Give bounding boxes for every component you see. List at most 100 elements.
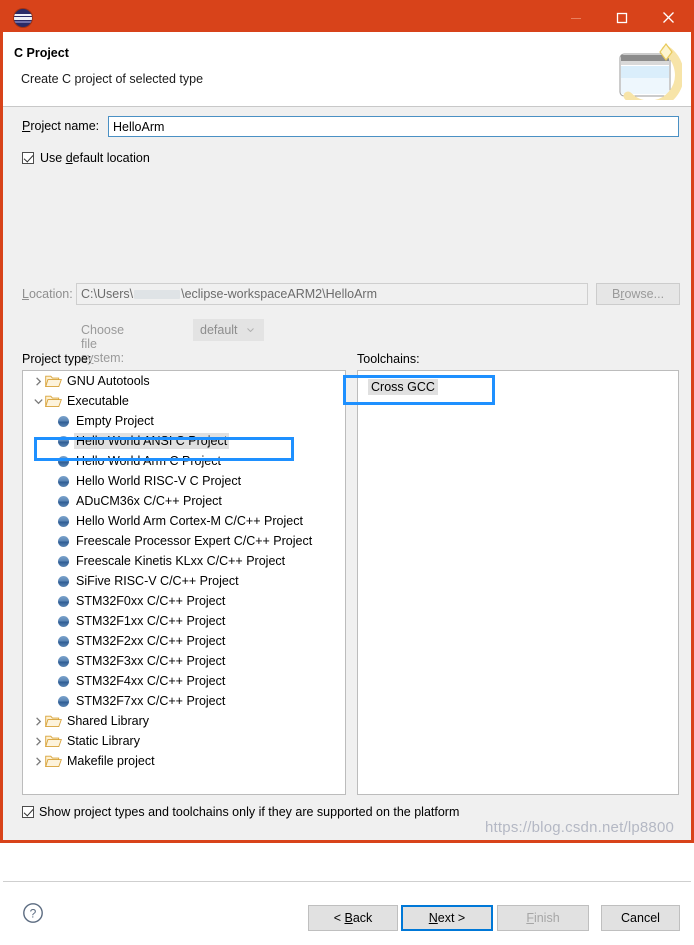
tree-row-label: Hello World RISC-V C Project [76, 474, 242, 488]
maximize-icon [616, 12, 628, 23]
tree-row[interactable]: Shared Library [23, 711, 345, 731]
location-redacted-username [134, 290, 181, 299]
title-bar [3, 3, 691, 32]
location-input: C:\Users\ \eclipse-workspaceARM2\HelloArm [76, 283, 588, 305]
close-icon [662, 12, 674, 23]
maximize-button[interactable] [599, 3, 645, 32]
project-item-sphere-icon [58, 535, 69, 547]
back-button[interactable]: < Back [308, 905, 398, 931]
project-name-input[interactable] [108, 116, 679, 137]
cancel-button[interactable]: Cancel [601, 905, 680, 931]
project-item-sphere-icon [58, 435, 69, 447]
tree-row[interactable]: STM32F4xx C/C++ Project [23, 671, 345, 691]
project-item-sphere-icon [58, 415, 69, 427]
project-item-sphere-icon [58, 615, 69, 627]
use-default-location-checkbox[interactable]: Use default location [22, 151, 150, 165]
tree-row[interactable]: Freescale Processor Expert C/C++ Project [23, 531, 345, 551]
project-item-sphere-icon [58, 455, 69, 467]
tree-row-label: SiFive RISC-V C/C++ Project [76, 574, 239, 588]
minimize-button[interactable] [553, 3, 599, 32]
chevron-down-icon [247, 328, 254, 332]
tree-row-label: ADuCM36x C/C++ Project [76, 494, 222, 508]
tree-row[interactable]: STM32F1xx C/C++ Project [23, 611, 345, 631]
project-type-tree[interactable]: GNU Autotools Executable Empty Project Hell… [22, 370, 346, 795]
location-suffix: \eclipse-workspaceARM2\HelloArm [181, 287, 377, 301]
tree-row-label: GNU Autotools [67, 374, 150, 388]
project-type-label: Project type: [22, 352, 92, 366]
checkbox-indicator [22, 152, 34, 164]
project-item-sphere-icon [58, 475, 69, 487]
tree-row[interactable]: STM32F0xx C/C++ Project [23, 591, 345, 611]
tree-row-label: Static Library [67, 734, 140, 748]
tree-row[interactable]: Hello World RISC-V C Project [23, 471, 345, 491]
show-supported-only-label: Show project types and toolchains only i… [39, 805, 460, 819]
folder-icon [45, 735, 62, 748]
file-system-select[interactable]: default [193, 319, 264, 341]
file-system-value: default [200, 323, 238, 337]
tree-row-label: STM32F1xx C/C++ Project [76, 614, 226, 628]
tree-row-label: STM32F7xx C/C++ Project [76, 694, 226, 708]
tree-row[interactable]: Hello World ANSI C Project [23, 431, 345, 451]
button-bar: ? < Back Next > Finish Cancel [3, 882, 691, 945]
close-button[interactable] [645, 3, 691, 32]
next-button[interactable]: Next > [401, 905, 493, 931]
project-item-sphere-icon [58, 595, 69, 607]
tree-row-label: Empty Project [76, 414, 154, 428]
tree-row-label: STM32F0xx C/C++ Project [76, 594, 226, 608]
tree-row-label: STM32F2xx C/C++ Project [76, 634, 226, 648]
window-controls [553, 3, 691, 32]
tree-row-label: Shared Library [67, 714, 149, 728]
tree-row[interactable]: STM32F2xx C/C++ Project [23, 631, 345, 651]
tree-row-label: Freescale Kinetis KLxx C/C++ Project [76, 554, 286, 568]
browse-button[interactable]: Browse... [596, 283, 680, 305]
project-item-sphere-icon [58, 575, 69, 587]
tree-row[interactable]: SiFive RISC-V C/C++ Project [23, 571, 345, 591]
tree-row[interactable]: ADuCM36x C/C++ Project [23, 491, 345, 511]
toolchain-label-cross-gcc: Cross GCC [368, 379, 438, 395]
project-item-sphere-icon [58, 515, 69, 527]
tree-row[interactable]: STM32F3xx C/C++ Project [23, 651, 345, 671]
project-item-sphere-icon [58, 635, 69, 647]
location-prefix: C:\Users\ [81, 287, 134, 301]
folder-icon [45, 375, 62, 388]
tree-row-label: STM32F4xx C/C++ Project [76, 674, 226, 688]
project-item-sphere-icon [58, 555, 69, 567]
tree-row-label: Executable [67, 394, 129, 408]
chevron-right-icon [35, 716, 41, 726]
tree-row-label: Makefile project [67, 754, 155, 768]
folder-icon [45, 755, 62, 768]
use-default-location-label: Use default location [40, 151, 150, 165]
project-item-sphere-icon [58, 695, 69, 707]
finish-button: Finish [497, 905, 589, 931]
tree-row[interactable]: Hello World Arm Cortex-M C/C++ Project [23, 511, 345, 531]
show-supported-only-checkbox[interactable]: Show project types and toolchains only i… [22, 805, 459, 819]
folder-icon [45, 715, 62, 728]
tree-row[interactable]: GNU Autotools [23, 371, 345, 391]
project-item-sphere-icon [58, 675, 69, 687]
tree-row[interactable]: Freescale Kinetis KLxx C/C++ Project [23, 551, 345, 571]
location-label: Location: [22, 287, 73, 301]
folder-icon [45, 395, 62, 408]
checkbox-indicator [22, 806, 34, 818]
list-item[interactable]: Cross GCC [358, 377, 678, 397]
new-c-project-wizard-icon [619, 43, 682, 100]
tree-row-label: Hello World Arm C Project [76, 454, 221, 468]
tree-row[interactable]: Makefile project [23, 751, 345, 771]
tree-row[interactable]: Executable [23, 391, 345, 411]
chevron-right-icon [35, 756, 41, 766]
project-name-row: Project name: [3, 116, 691, 138]
tree-row[interactable]: Hello World Arm C Project [23, 451, 345, 471]
eclipse-logo-icon [14, 8, 32, 27]
minimize-icon [571, 17, 581, 19]
chevron-down-icon [33, 398, 43, 404]
tree-row[interactable]: Static Library [23, 731, 345, 751]
tree-row-label: Freescale Processor Expert C/C++ Project [76, 534, 313, 548]
c-project-wizard-window: C Project Create C project of selected t… [0, 0, 694, 931]
tree-row[interactable]: Empty Project [23, 411, 345, 431]
tree-row-label: Hello World ANSI C Project [74, 433, 230, 449]
tree-row[interactable]: STM32F7xx C/C++ Project [23, 691, 345, 711]
project-name-label: Project name: [22, 119, 100, 133]
help-button[interactable]: ? [22, 902, 44, 924]
wizard-banner: C Project Create C project of selected t… [3, 32, 691, 107]
toolchains-list[interactable]: Cross GCC [357, 370, 679, 795]
